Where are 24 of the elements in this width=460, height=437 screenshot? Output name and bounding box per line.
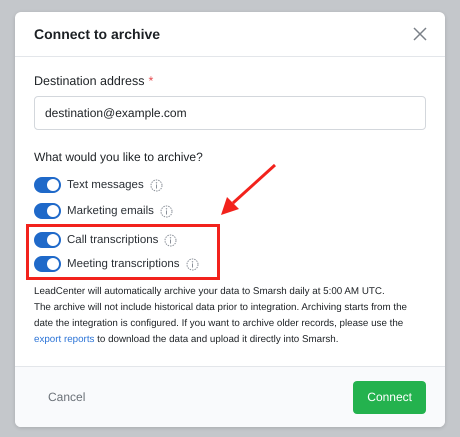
option-label: Marketing emails [67,205,154,217]
export-reports-link[interactable]: export reports [34,334,94,345]
toggle-switch[interactable] [34,256,61,272]
required-mark: * [148,74,154,88]
info-icon[interactable] [150,178,163,192]
cancel-button[interactable]: Cancel [33,382,100,412]
toggle-switch[interactable] [34,203,61,219]
toggle-switch[interactable] [34,232,61,248]
connect-button[interactable]: Connect [353,380,426,414]
option-label: Text messages [67,179,144,191]
toggle-switch[interactable] [34,177,61,193]
info-text: The archive will not include historical data prior to integration. Archiving starts from the date the integration is configured. If you want to archive older records, please use the export reports to download the data and upload it directly into Smarsh. [34,301,408,347]
info-icon[interactable] [164,234,178,246]
info-icon[interactable] [160,204,173,218]
arrow [219,163,277,217]
info-text: LeadCenter will automatically archive your data to Smarsh daily at 5:00 AM UTC. [34,285,386,299]
close-icon[interactable] [412,26,428,42]
question-text: What would you like to archive? [34,150,204,164]
option-label: Call transcriptions [67,234,158,246]
dialog-title: Connect to archive [34,26,160,42]
destination-field[interactable]: destination@example.com [34,96,426,130]
option-label: Meeting transcriptions [67,258,180,270]
field-label: Destination address [34,74,144,88]
info-icon[interactable] [186,258,198,270]
